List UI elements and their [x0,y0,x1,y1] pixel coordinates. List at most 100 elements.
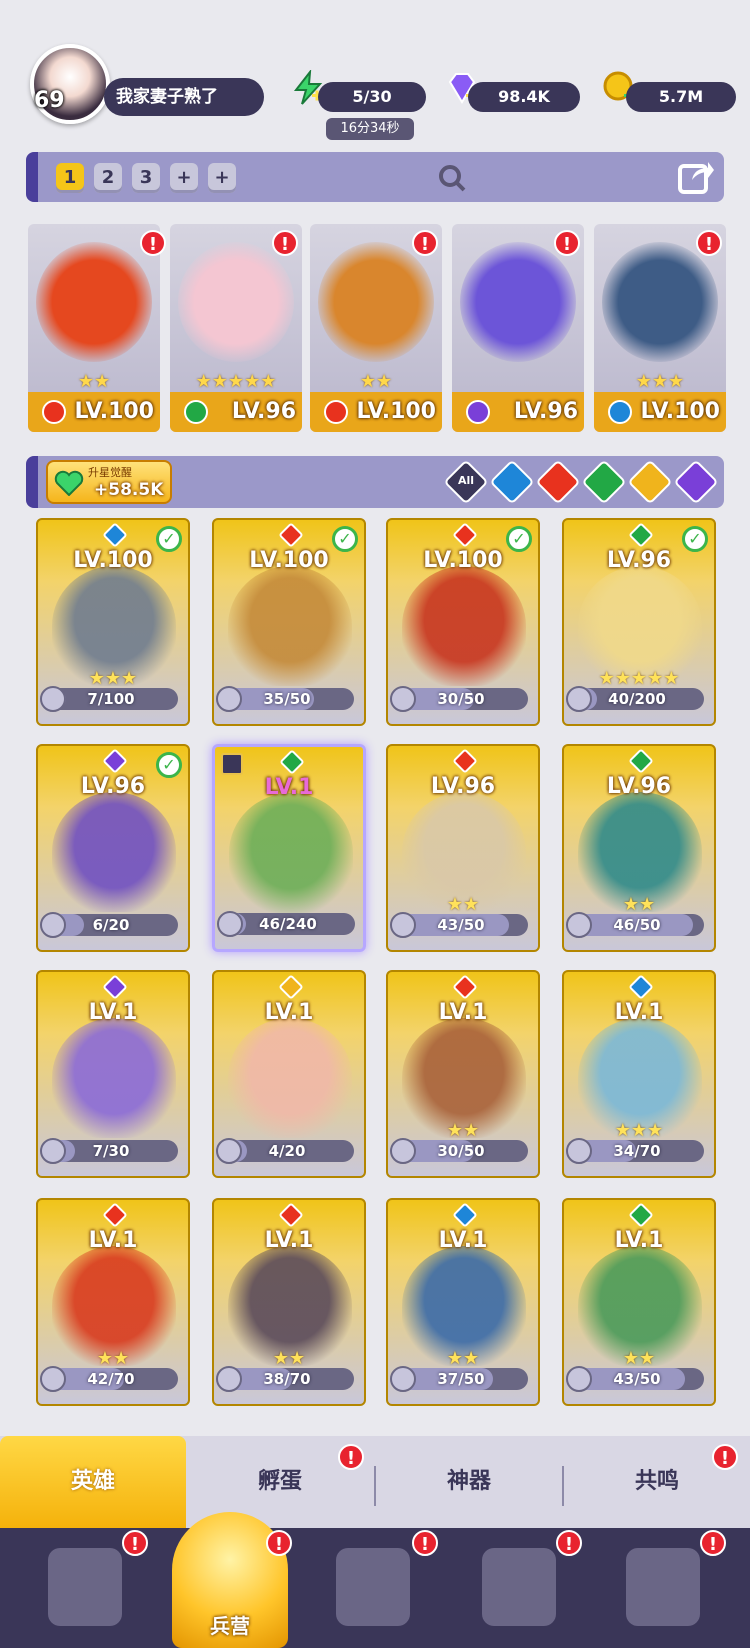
awaken-label: 升星觉醒 [88,466,132,479]
hero-level: LV.1 [614,1228,664,1253]
hero-portrait [52,1018,176,1138]
alert-badge-icon: ! [140,230,166,256]
alert-badge-icon: ! [556,1530,582,1556]
team-tab-add[interactable]: + [170,163,198,193]
tab-heroes[interactable]: 英雄 [0,1436,186,1528]
tab-artifacts[interactable]: 神器 [376,1436,562,1528]
hero-level: LV.100 [73,548,153,573]
hero-level: LV.96 [430,774,496,799]
element-icon [102,748,128,774]
alert-badge-icon: ! [266,1530,292,1556]
awaken-value: +58.5K [94,480,164,500]
hero-card[interactable]: ✓ LV.96 ★★★★★ 40/200 [562,518,716,726]
element-dark-icon [466,400,490,424]
hero-level: LV.96 [606,548,672,573]
hero-level: LV.1 [88,1228,138,1253]
hero-portrait [36,242,152,362]
star-rating: ★★ [446,1120,480,1141]
hero-portrait [318,242,434,362]
hero-level: LV.96 [80,774,146,799]
team-tab-2[interactable]: 2 [94,163,122,193]
element-nature-icon [184,400,208,424]
shard-icon [217,911,243,937]
alert-badge-icon: ! [696,230,722,256]
hero-level: LV.100 [249,548,329,573]
shard-icon [566,686,592,712]
alert-badge-icon: ! [712,1444,738,1470]
star-rating: ★★ [622,894,656,915]
team-slot-1[interactable]: ★★ LV.100 [28,224,160,432]
shard-icon [390,1366,416,1392]
element-icon [279,749,305,775]
hero-card[interactable]: LV.1 7/30 [36,970,190,1178]
hero-portrait [52,792,176,912]
element-icon [628,1202,654,1228]
element-icon [278,974,304,1000]
nav-guild-icon[interactable] [626,1548,700,1626]
element-fire-icon [42,400,66,424]
search-icon[interactable] [436,162,468,194]
hero-level: LV.1 [264,1000,314,1025]
element-icon [628,522,654,548]
nav-gate-icon[interactable] [482,1548,556,1626]
shard-icon [216,1138,242,1164]
hero-portrait [229,793,353,913]
element-icon [452,522,478,548]
nav-cards-icon[interactable] [48,1548,122,1626]
hero-card[interactable]: LV.1 ★★ 38/70 [212,1198,366,1406]
shard-icon [566,1138,592,1164]
hero-card[interactable]: LV.1 ★★ 37/50 [386,1198,540,1406]
alert-badge-icon: ! [338,1444,364,1470]
star-rating: ★★ [622,1348,656,1369]
element-icon [102,1202,128,1228]
team-tab-1[interactable]: 1 [56,163,84,193]
gold-value[interactable]: 5.7M [626,82,736,112]
hero-level: LV.1 [438,1000,488,1025]
shard-icon [390,912,416,938]
star-rating: ★★ [359,371,393,392]
energy-timer: 16分34秒 [326,118,414,140]
shard-icon [566,1366,592,1392]
element-water-icon [608,400,632,424]
hero-card[interactable]: ✓ LV.96 6/20 [36,744,190,952]
hero-card[interactable]: LV.96 ★★ 46/50 [562,744,716,952]
star-rating: ★★ [77,371,111,392]
element-icon [278,1202,304,1228]
share-icon[interactable] [676,156,716,196]
filter-all-label: All [457,474,475,487]
energy-value[interactable]: 5/30 [318,82,426,112]
star-rating: ★★ [446,1348,480,1369]
shard-icon [40,1366,66,1392]
hero-card[interactable]: LV.1 ★★★ 34/70 [562,970,716,1178]
element-icon [102,974,128,1000]
alert-badge-icon: ! [412,1530,438,1556]
hero-card[interactable]: LV.1 4/20 [212,970,366,1178]
hero-card[interactable]: LV.1 ★★ 43/50 [562,1198,716,1406]
shard-icon [216,1366,242,1392]
team-tab-3[interactable]: 3 [132,163,160,193]
hero-card[interactable]: LV.96 ★★ 43/50 [386,744,540,952]
shard-icon [390,1138,416,1164]
hero-card[interactable]: ✓ LV.100 30/50 [386,518,540,726]
hero-portrait [178,242,294,362]
alert-badge-icon: ! [700,1530,726,1556]
hero-portrait [402,566,526,686]
hero-card[interactable]: LV.1 ★★ 30/50 [386,970,540,1178]
hero-card[interactable]: ✓ LV.100 35/50 [212,518,366,726]
shard-icon [40,912,66,938]
alert-badge-icon: ! [122,1530,148,1556]
gem-value[interactable]: 98.4K [468,82,580,112]
element-icon [628,974,654,1000]
star-rating: ★★ [96,1348,130,1369]
star-awaken-button[interactable]: 升星觉醒 +58.5K [46,460,172,504]
team-tab-add[interactable]: + [208,163,236,193]
hero-card[interactable]: ✓ LV.100 ★★★ 7/100 [36,518,190,726]
hero-level: LV.96 [606,774,672,799]
hero-card[interactable]: LV.1 ★★ 42/70 [36,1198,190,1406]
player-level: 69 [34,88,65,113]
hero-portrait [228,1018,352,1138]
hero-card[interactable]: LV.1 46/240 [212,744,366,952]
heart-icon [54,470,84,496]
star-rating: ★★ [446,894,480,915]
nav-map-icon[interactable] [336,1548,410,1626]
